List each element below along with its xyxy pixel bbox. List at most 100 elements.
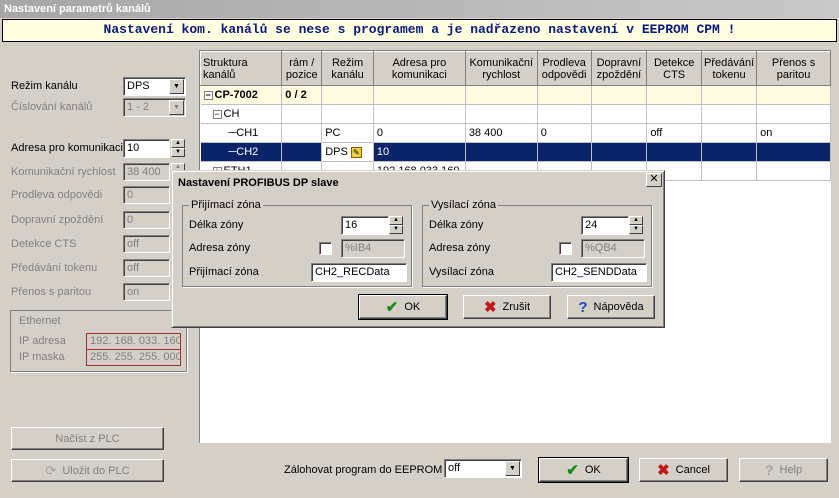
cislovani-combo[interactable]: 1 - 2 ▼ bbox=[123, 98, 186, 117]
table-row[interactable]: ─CH1 PC 0 38 400 0 off on bbox=[200, 123, 831, 143]
cancel-label: Cancel bbox=[675, 464, 710, 476]
nacist-button[interactable]: Načíst z PLC bbox=[11, 427, 164, 450]
rx-delka-input[interactable]: 16 bbox=[341, 216, 389, 235]
spin-down-icon[interactable]: ▼ bbox=[171, 148, 185, 157]
zalohovat-combo[interactable]: off ▼ bbox=[444, 459, 522, 478]
col-header[interactable]: Přenos s paritou bbox=[756, 51, 831, 86]
dialog-zrusit-button[interactable]: ✖ Zrušit bbox=[463, 295, 551, 319]
rezim-combo[interactable]: DPS ▼ bbox=[123, 77, 186, 96]
rx-delka-spinner[interactable]: ▲ ▼ bbox=[389, 216, 403, 234]
ok-button[interactable]: ✔ OK bbox=[538, 457, 629, 483]
dialog-napoveda-button[interactable]: ? Nápověda bbox=[567, 295, 655, 319]
token-cell bbox=[701, 123, 758, 143]
ulozit-label: Uložit do PLC bbox=[62, 464, 130, 477]
ulozit-button[interactable]: ⟳ Uložit do PLC bbox=[11, 459, 164, 482]
col-header[interactable]: Prodleva odpovědi bbox=[536, 51, 592, 86]
rezim-cell-edit[interactable]: DPS ✎ bbox=[321, 142, 374, 162]
cancel-button[interactable]: ✖ Cancel bbox=[639, 458, 728, 482]
spin-up-icon[interactable]: ▲ bbox=[629, 216, 643, 225]
table-row-selected[interactable]: ─CH2 DPS ✎ 10 bbox=[200, 142, 831, 162]
table-row[interactable]: − CP-7002 0 / 2 bbox=[200, 85, 831, 105]
rychlost-cell bbox=[465, 85, 538, 105]
col-header[interactable]: Struktura kanálů bbox=[199, 51, 283, 86]
close-icon[interactable]: ✕ bbox=[646, 173, 662, 187]
cislovani-value: 1 - 2 bbox=[127, 101, 150, 113]
token-cell bbox=[701, 161, 758, 181]
chevron-down-icon[interactable]: ▼ bbox=[169, 79, 184, 94]
help-button[interactable]: ? Help bbox=[739, 458, 828, 482]
tx-zona-input[interactable]: CH2_SENDData bbox=[551, 263, 647, 282]
edit-icon[interactable]: ✎ bbox=[350, 146, 362, 158]
zpozdeni-label: Dopravní zpoždění bbox=[11, 214, 104, 226]
prodleva-field[interactable]: 0 bbox=[123, 186, 170, 204]
grid-header: Struktura kanálů rám / pozice Režim kaná… bbox=[199, 51, 831, 86]
prodleva-cell bbox=[537, 85, 592, 105]
pos-cell bbox=[281, 104, 323, 124]
prodleva-cell bbox=[537, 142, 592, 162]
rezim-label: Režim kanálu bbox=[11, 80, 78, 92]
rychlost-cell bbox=[465, 104, 538, 124]
parita-cell bbox=[756, 104, 831, 124]
tree-node: CP-7002 bbox=[214, 89, 258, 101]
adresa-cell bbox=[373, 85, 466, 105]
tx-adresa-field[interactable]: %QB4 bbox=[581, 239, 645, 258]
dialog-zrusit-label: Zrušit bbox=[502, 301, 531, 313]
spin-down-icon[interactable]: ▼ bbox=[629, 225, 643, 234]
col-header[interactable]: Adresa pro komunikaci bbox=[372, 51, 466, 86]
cts-cell: off bbox=[646, 123, 702, 143]
cislovani-label: Číslování kanálů bbox=[11, 101, 93, 113]
parita-cell: on bbox=[756, 123, 831, 143]
rx-zona-input[interactable]: CH2_RECData bbox=[311, 263, 407, 282]
cts-field[interactable]: off bbox=[123, 235, 170, 253]
prodleva-cell: 0 bbox=[537, 123, 592, 143]
spin-up-icon[interactable]: ▲ bbox=[171, 139, 185, 148]
token-cell bbox=[701, 104, 758, 124]
rx-group: Přijímací zóna Délka zóny 16 ▲ ▼ Adresa z… bbox=[182, 199, 412, 287]
col-header[interactable]: Detekce CTS bbox=[646, 51, 702, 86]
ip-label: IP adresa bbox=[19, 335, 66, 347]
rx-adresa-checkbox[interactable] bbox=[319, 242, 332, 255]
tree-node: CH bbox=[223, 108, 240, 120]
token-cell bbox=[701, 85, 758, 105]
spin-down-icon[interactable]: ▼ bbox=[389, 225, 403, 234]
tx-delka-label: Délka zóny bbox=[429, 219, 484, 231]
collapse-icon[interactable]: − bbox=[203, 90, 213, 100]
ip-field[interactable]: 192. 168. 033. 160 bbox=[86, 333, 181, 350]
spin-up-icon[interactable]: ▲ bbox=[389, 216, 403, 225]
token-field[interactable]: off bbox=[123, 259, 170, 277]
tx-adresa-checkbox[interactable] bbox=[559, 242, 572, 255]
pos-cell: 0 / 2 bbox=[281, 85, 323, 105]
zpozdeni-field[interactable]: 0 bbox=[123, 211, 170, 229]
parita-field[interactable]: on bbox=[123, 283, 170, 301]
chevron-down-icon[interactable]: ▼ bbox=[505, 461, 520, 476]
col-header[interactable]: Dopravní zpoždění bbox=[590, 51, 648, 86]
rezim-cell bbox=[321, 104, 374, 124]
chevron-down-icon[interactable]: ▼ bbox=[169, 100, 184, 115]
zpozdeni-cell bbox=[591, 142, 648, 162]
check-icon: ✔ bbox=[385, 299, 399, 316]
rezim-value: DPS bbox=[127, 80, 150, 92]
adresa-cell bbox=[373, 104, 466, 124]
rezim-cell: PC bbox=[321, 123, 374, 143]
col-header[interactable]: Předávání tokenu bbox=[700, 51, 758, 86]
rychlost-cell bbox=[465, 142, 538, 162]
tx-delka-spinner[interactable]: ▲ ▼ bbox=[629, 216, 643, 234]
table-row[interactable]: − CH bbox=[200, 104, 831, 124]
rx-delka-label: Délka zóny bbox=[189, 219, 244, 231]
adresa-input[interactable]: 10 bbox=[123, 139, 170, 158]
tx-delka-input[interactable]: 24 bbox=[581, 216, 629, 235]
col-header[interactable]: Komunikační rychlost bbox=[464, 51, 538, 86]
tx-group: Vysílací zóna Délka zóny 24 ▲ ▼ Adresa zó… bbox=[422, 199, 652, 287]
rx-adresa-field[interactable]: %IB4 bbox=[341, 239, 405, 258]
adresa-spinner[interactable]: ▲ ▼ bbox=[171, 139, 185, 157]
rychlost-field[interactable]: 38 400 bbox=[123, 163, 170, 181]
dialog-ok-button[interactable]: ✔ OK bbox=[358, 294, 448, 320]
col-header[interactable]: rám / pozice bbox=[281, 51, 323, 86]
col-header[interactable]: Režim kanálu bbox=[321, 51, 374, 86]
mask-field[interactable]: 255. 255. 255. 000 bbox=[86, 349, 181, 366]
collapse-icon[interactable]: − bbox=[212, 109, 222, 119]
dialog-ok-label: OK bbox=[404, 301, 421, 313]
close-icon: ✖ bbox=[657, 462, 670, 479]
tx-group-title: Vysílací zóna bbox=[429, 199, 499, 211]
dialog-napoveda-label: Nápověda bbox=[593, 301, 644, 313]
